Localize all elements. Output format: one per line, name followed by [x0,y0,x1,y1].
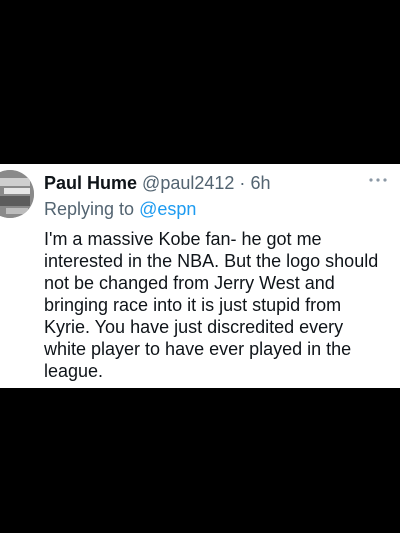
tweet-text: I'm a massive Kobe fan- he got me intere… [44,228,390,382]
tweet-text-line: I'm a massive Kobe fan- he got me [44,229,322,249]
tweet-text-line: white player to have ever played in the [44,339,352,359]
tweet-text-line: bringing race into it is just stupid fro… [44,295,342,315]
replying-to: Replying to @espn [44,198,196,220]
user-handle[interactable]: @paul2412 [142,173,234,193]
avatar[interactable] [0,170,34,218]
display-name[interactable]: Paul Hume [44,173,137,193]
tweet-text-line: league. [44,361,104,381]
tweet-text-line: interested in the NBA. But the logo shou… [44,251,379,271]
separator-dot: · [239,173,246,193]
tweet-header: Paul Hume @paul2412 · 6h [44,172,270,194]
tweet-text-line: Kyrie. You have just discredited every [44,317,344,337]
more-horizontal-icon[interactable] [368,176,388,184]
timestamp[interactable]: 6h [250,173,270,193]
avatar-image [0,170,34,218]
replying-to-label: Replying to [44,199,135,219]
replying-to-handle[interactable]: @espn [139,199,196,219]
tweet-text-line: not be changed from Jerry West and [44,273,335,293]
tweet-card[interactable]: Paul Hume @paul2412 · 6h Replying to @es… [0,164,400,388]
